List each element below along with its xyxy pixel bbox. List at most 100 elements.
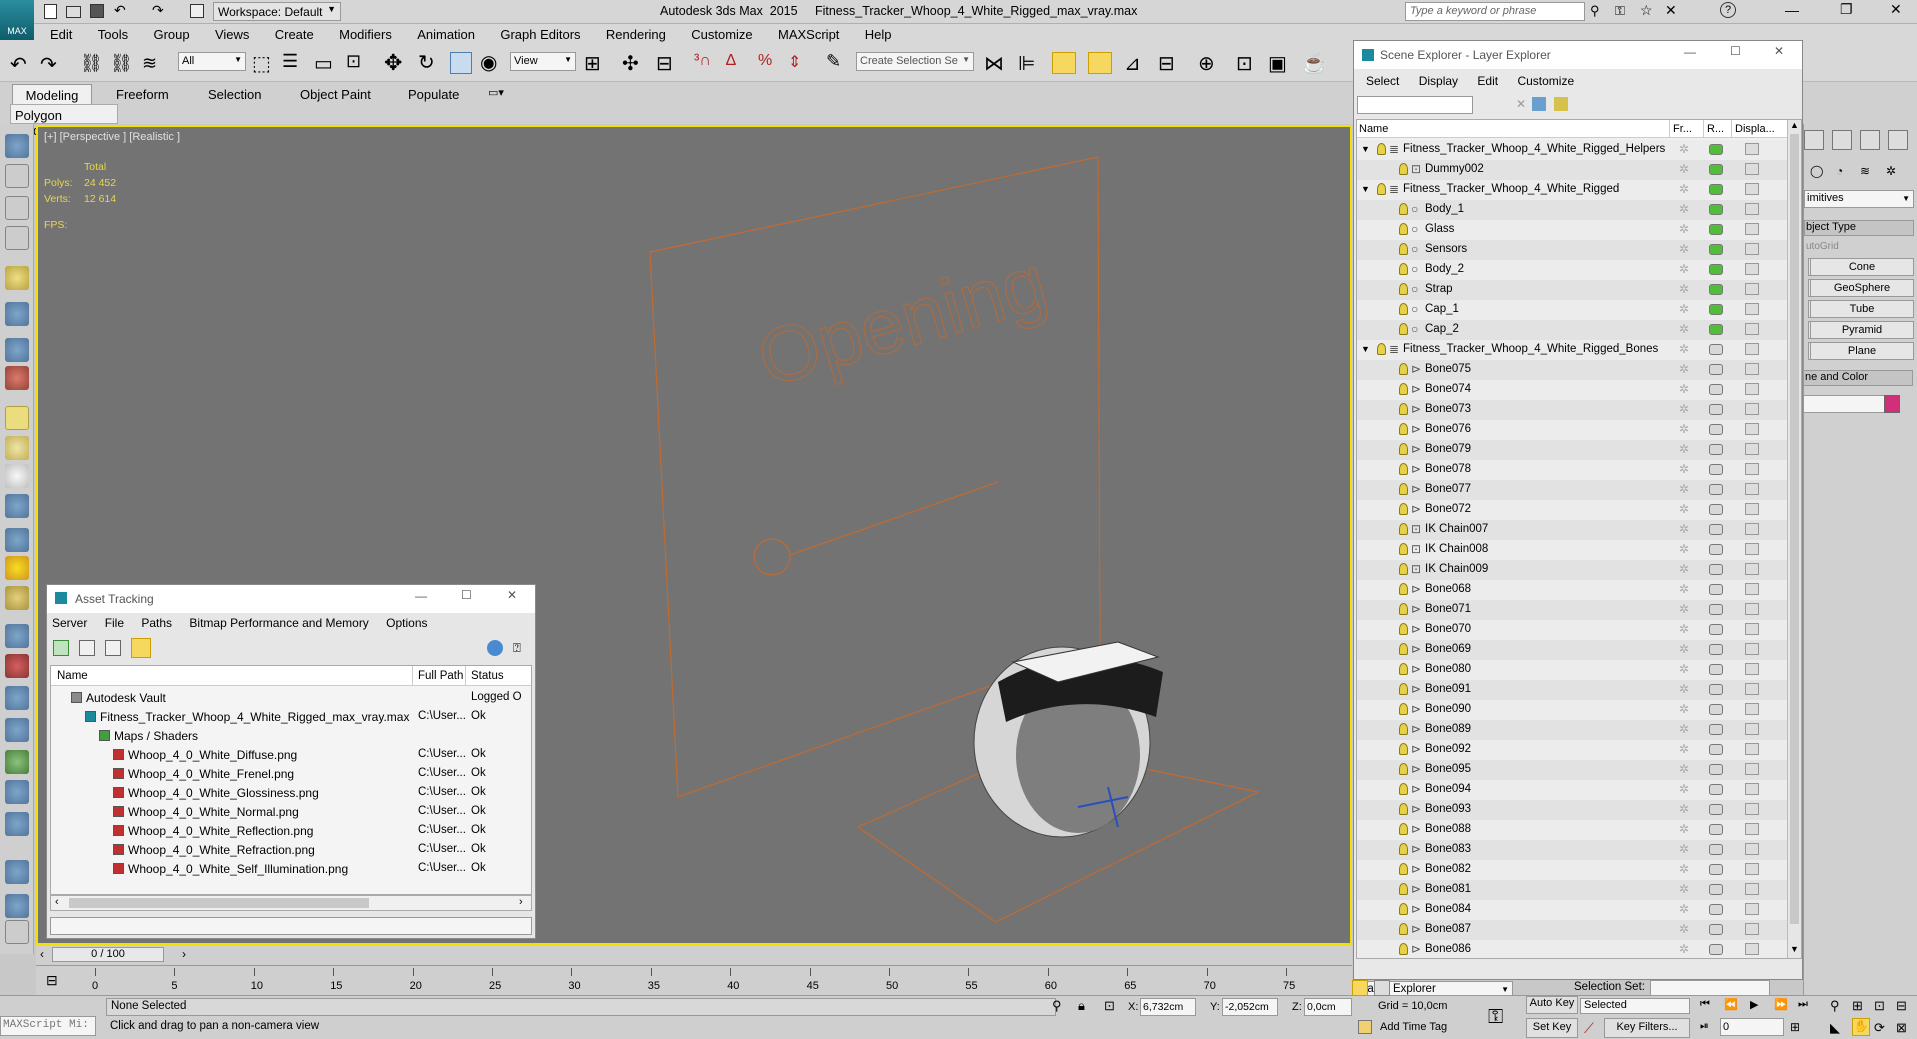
light-bulb-icon[interactable] — [1399, 363, 1408, 375]
menu-item-create[interactable]: Create — [275, 27, 314, 42]
tab-freeform[interactable]: Freeform — [116, 87, 169, 102]
list-view-icon[interactable] — [79, 640, 95, 656]
unlink-icon[interactable]: ⛓ — [110, 53, 133, 74]
spinner-snap-icon[interactable]: ⇕ — [788, 52, 801, 72]
light-bulb-icon[interactable] — [1399, 443, 1408, 455]
renderable-icon[interactable] — [1709, 344, 1723, 355]
freeze-icon[interactable]: ✲ — [1679, 162, 1689, 176]
binoculars-icon[interactable]: ⚲ — [1590, 3, 1600, 19]
tube-button[interactable]: Tube — [1810, 300, 1914, 318]
scene-object-row[interactable]: ⊳ Bone079 ✲ — [1357, 440, 1787, 460]
scene-object-row[interactable]: ⊳ Bone072 ✲ — [1357, 500, 1787, 520]
object-display-icon[interactable] — [5, 302, 29, 326]
field-of-view-icon[interactable]: ◣ — [1830, 1020, 1840, 1036]
renderable-icon[interactable] — [1709, 704, 1723, 715]
freeze-icon[interactable]: ✲ — [1679, 482, 1689, 496]
display-icon[interactable] — [1745, 763, 1759, 775]
minimize-icon[interactable]: — — [1785, 2, 1799, 18]
asset-row[interactable]: Fitness_Tracker_Whoop_4_White_Rigged_max… — [51, 707, 531, 726]
display-icon[interactable] — [1745, 903, 1759, 915]
plane-button[interactable]: Plane — [1810, 342, 1914, 360]
freeze-icon[interactable]: ✲ — [1679, 922, 1689, 936]
display-icon[interactable] — [1745, 323, 1759, 335]
display-icon[interactable] — [1745, 863, 1759, 875]
freeze-icon[interactable]: ✲ — [1679, 382, 1689, 396]
foliage-icon[interactable] — [5, 750, 29, 774]
app-logo[interactable]: MAX — [0, 0, 34, 40]
edit-named-selection-icon[interactable]: ✎ — [826, 51, 841, 72]
renderable-icon[interactable] — [1709, 244, 1723, 255]
select-object-icon[interactable]: ⬚ — [252, 51, 271, 76]
tab-populate[interactable]: Populate — [408, 87, 459, 102]
light-bulb-icon[interactable] — [1399, 203, 1408, 215]
scene-object-row[interactable]: ⊳ Bone073 ✲ — [1357, 400, 1787, 420]
zoom-extents-all-icon[interactable]: ⊟ — [1896, 998, 1907, 1014]
y-coordinate-field[interactable]: -2,052cm — [1222, 998, 1278, 1016]
minimize-icon[interactable]: — — [1684, 45, 1696, 59]
light-bulb-icon[interactable] — [1399, 783, 1408, 795]
menu-item-views[interactable]: Views — [215, 27, 249, 42]
menu-item-select[interactable]: Select — [1366, 74, 1399, 88]
scene-object-row[interactable]: ⊳ Bone071 ✲ — [1357, 600, 1787, 620]
light-bulb-icon[interactable] — [1399, 263, 1408, 275]
zoom-all-icon[interactable]: ⊞ — [1852, 998, 1863, 1014]
display-icon[interactable] — [1745, 203, 1759, 215]
select-manipulate-icon[interactable]: ✣ — [622, 51, 639, 76]
close-icon[interactable]: ✕ — [507, 588, 517, 602]
freeze-icon[interactable]: ✲ — [1679, 182, 1689, 196]
display-icon[interactable] — [1745, 443, 1759, 455]
layer-row[interactable]: ▼ ≣ Fitness_Tracker_Whoop_4_White_Rigged_B… — [1357, 340, 1787, 360]
add-time-tag[interactable]: Add Time Tag — [1380, 1021, 1447, 1033]
save-file-icon[interactable] — [90, 4, 104, 18]
time-tag-icon[interactable] — [1358, 1020, 1372, 1034]
freeze-icon[interactable]: ✲ — [1679, 302, 1689, 316]
scene-object-row[interactable]: ⊳ Bone069 ✲ — [1357, 640, 1787, 660]
maximize-icon[interactable]: ☐ — [461, 588, 472, 602]
maximize-icon[interactable]: ❐ — [1840, 1, 1853, 18]
light-bulb-icon[interactable] — [1399, 803, 1408, 815]
modifier-icon[interactable] — [5, 624, 29, 648]
search-input[interactable]: Type a keyword or phrase — [1405, 2, 1585, 21]
table-view-icon[interactable] — [131, 638, 151, 658]
freeze-icon[interactable]: ✲ — [1679, 282, 1689, 296]
light-bulb-icon[interactable] — [1399, 703, 1408, 715]
help-icon[interactable]: ? — [1720, 2, 1736, 18]
asset-row[interactable]: Whoop_4_0_White_Self_Illumination.png C:… — [51, 859, 531, 878]
cylinder-primitive-icon[interactable] — [5, 464, 29, 488]
display-icon[interactable] — [1745, 563, 1759, 575]
freeze-icon[interactable]: ✲ — [1679, 582, 1689, 596]
display-icon[interactable] — [1745, 163, 1759, 175]
display-icon[interactable] — [1745, 743, 1759, 755]
light-bulb-icon[interactable] — [1399, 623, 1408, 635]
menu-item-modifiers[interactable]: Modifiers — [339, 27, 392, 42]
percent-snap-icon[interactable]: % — [758, 52, 772, 70]
display-icon[interactable] — [1745, 243, 1759, 255]
tab-selection[interactable]: Selection — [208, 87, 261, 102]
particles-icon[interactable] — [5, 654, 29, 678]
previous-frame-icon[interactable]: ⏪ — [1724, 998, 1738, 1011]
current-frame-field[interactable]: 0 — [1720, 1018, 1784, 1036]
scene-object-row[interactable]: ⊳ Bone086 ✲ — [1357, 940, 1787, 958]
key-icon[interactable]: ⚿ — [1615, 3, 1625, 19]
freeze-icon[interactable]: ✲ — [1679, 782, 1689, 796]
light-bulb-icon[interactable] — [1399, 583, 1408, 595]
light-bulb-icon[interactable] — [1399, 163, 1408, 175]
display-icon[interactable] — [1745, 803, 1759, 815]
menu-item-rendering[interactable]: Rendering — [606, 27, 666, 42]
display-icon[interactable] — [1745, 523, 1759, 535]
object-name-field[interactable] — [1803, 395, 1885, 413]
sun-icon[interactable] — [5, 556, 29, 580]
bind-space-warp-icon[interactable]: ≋ — [142, 53, 157, 74]
display-icon[interactable] — [1745, 483, 1759, 495]
tab-modeling[interactable]: Modeling — [12, 84, 92, 104]
light-bulb-icon[interactable] — [1377, 143, 1386, 155]
light-bulb-icon[interactable] — [1399, 323, 1408, 335]
undo-icon[interactable]: ↶ — [10, 52, 27, 77]
column-full-path[interactable]: Full Path — [418, 670, 463, 682]
scene-object-row[interactable]: ⊳ Bone088 ✲ — [1357, 820, 1787, 840]
ribbon-options-icon[interactable]: ▭▾ — [488, 86, 504, 99]
layer-row[interactable]: ▼ ≣ Fitness_Tracker_Whoop_4_White_Rigged_H… — [1357, 140, 1787, 160]
freeze-icon[interactable]: ✲ — [1679, 362, 1689, 376]
scale-icon[interactable] — [450, 52, 472, 74]
hammer-icon[interactable] — [1888, 130, 1908, 150]
